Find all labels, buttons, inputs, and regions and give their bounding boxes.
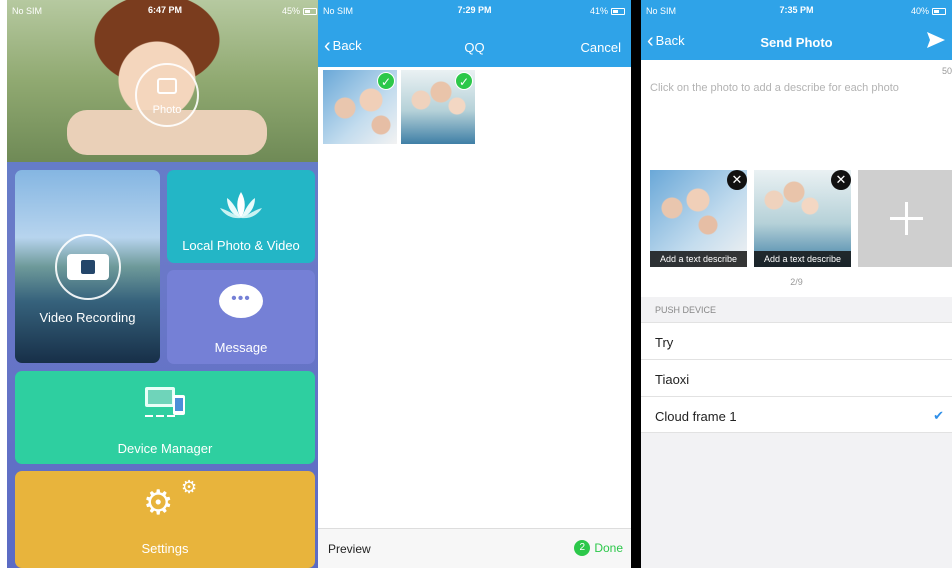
battery-percent: 41%: [589, 6, 608, 16]
remove-photo-icon[interactable]: ✕: [727, 170, 747, 190]
device-row-tiaoxi[interactable]: Tiaoxi: [641, 359, 952, 396]
device-row-cloud-frame-1[interactable]: Cloud frame 1 ✔: [641, 396, 952, 433]
nav-bar: No SIM 7:35 PM 40% ‹ Back Send Photo: [641, 0, 952, 60]
photo-thumbnail[interactable]: ✓: [323, 70, 397, 144]
camera-icon: [157, 78, 177, 94]
local-photo-video-label: Local Photo & Video: [182, 238, 300, 253]
selected-count-badge: 2: [574, 540, 591, 556]
status-bar: No SIM 7:29 PM 41%: [318, 0, 631, 22]
battery-indicator: 40%: [911, 6, 946, 16]
chat-bubble-icon: [219, 284, 263, 318]
gear-icon: ⚙: [143, 484, 174, 522]
clock: 7:29 PM: [457, 5, 492, 15]
lotus-icon: [220, 192, 262, 219]
battery-indicator: 41%: [590, 6, 625, 16]
preview-button[interactable]: Preview: [328, 542, 371, 556]
small-gear-icon: ⚙: [181, 477, 198, 497]
description-placeholder[interactable]: Click on the photo to add a describe for…: [650, 82, 910, 95]
home-screen: Photo No SIM 6:47 PM 45% Video Recording…: [7, 0, 323, 568]
nav-bar: No SIM 7:29 PM 41% ‹ Back QQ Cancel: [318, 0, 631, 67]
push-device-header: PUSH DEVICE: [655, 305, 717, 315]
photo-label: Photo: [152, 104, 182, 116]
send-photo-screen: No SIM 7:35 PM 40% ‹ Back Send Photo 50 …: [641, 0, 952, 568]
panel-divider: [631, 0, 641, 568]
devices-icon: [145, 387, 185, 417]
local-photo-video-tile[interactable]: Local Photo & Video: [167, 170, 315, 263]
device-name: Cloud frame 1: [655, 409, 737, 424]
status-bar: No SIM 6:47 PM 45%: [7, 0, 323, 22]
device-row-try[interactable]: Try: [641, 322, 952, 359]
message-label: Message: [214, 340, 268, 355]
video-recording-label: Video Recording: [39, 310, 136, 325]
character-counter: 50: [941, 66, 952, 76]
clock: 7:35 PM: [779, 5, 814, 15]
photo-hero-tile[interactable]: Photo: [7, 0, 323, 162]
selected-check-icon[interactable]: ✓: [377, 72, 395, 90]
selected-photo[interactable]: ✕ Add a text describe: [650, 170, 747, 267]
done-button[interactable]: 2 Done: [574, 540, 623, 556]
page-title: Send Photo: [760, 35, 833, 50]
done-label: Done: [594, 541, 623, 555]
add-photo-button[interactable]: [858, 170, 952, 267]
settings-tile[interactable]: ⚙ ⚙ Settings: [15, 471, 315, 568]
send-icon[interactable]: [926, 30, 946, 50]
remove-photo-icon[interactable]: ✕: [831, 170, 851, 190]
checkmark-icon: ✔: [933, 408, 944, 423]
battery-icon: [611, 7, 625, 15]
selected-photo[interactable]: ✕ Add a text describe: [754, 170, 851, 267]
status-bar: No SIM 7:35 PM 40%: [641, 0, 952, 22]
photo-count-indicator: 2/9: [790, 277, 803, 287]
settings-label: Settings: [141, 541, 189, 556]
photo-button-ring[interactable]: [135, 63, 199, 127]
battery-icon: [303, 7, 317, 15]
video-camera-icon: [67, 254, 109, 280]
message-tile[interactable]: Message: [167, 270, 315, 364]
battery-percent: 40%: [910, 6, 929, 16]
device-name: Try: [655, 335, 674, 350]
cancel-button[interactable]: Cancel: [581, 40, 621, 55]
bottom-toolbar: Preview 2 Done: [318, 528, 631, 568]
device-manager-label: Device Manager: [117, 441, 213, 456]
battery-percent: 45%: [281, 6, 300, 16]
description-area[interactable]: 50 Click on the photo to add a describe …: [641, 60, 952, 297]
add-description-caption[interactable]: Add a text describe: [754, 251, 851, 267]
add-description-caption[interactable]: Add a text describe: [650, 251, 747, 267]
clock: 6:47 PM: [147, 5, 182, 15]
battery-indicator: 45%: [282, 6, 317, 16]
device-name: Tiaoxi: [655, 372, 690, 387]
selected-check-icon[interactable]: ✓: [455, 72, 473, 90]
photo-thumbnail[interactable]: ✓: [401, 70, 475, 144]
album-picker-screen: No SIM 7:29 PM 41% ‹ Back QQ Cancel ✓ ✓ …: [318, 0, 631, 568]
device-manager-tile[interactable]: Device Manager: [15, 371, 315, 464]
video-recording-tile[interactable]: Video Recording: [15, 170, 160, 363]
battery-icon: [932, 7, 946, 15]
